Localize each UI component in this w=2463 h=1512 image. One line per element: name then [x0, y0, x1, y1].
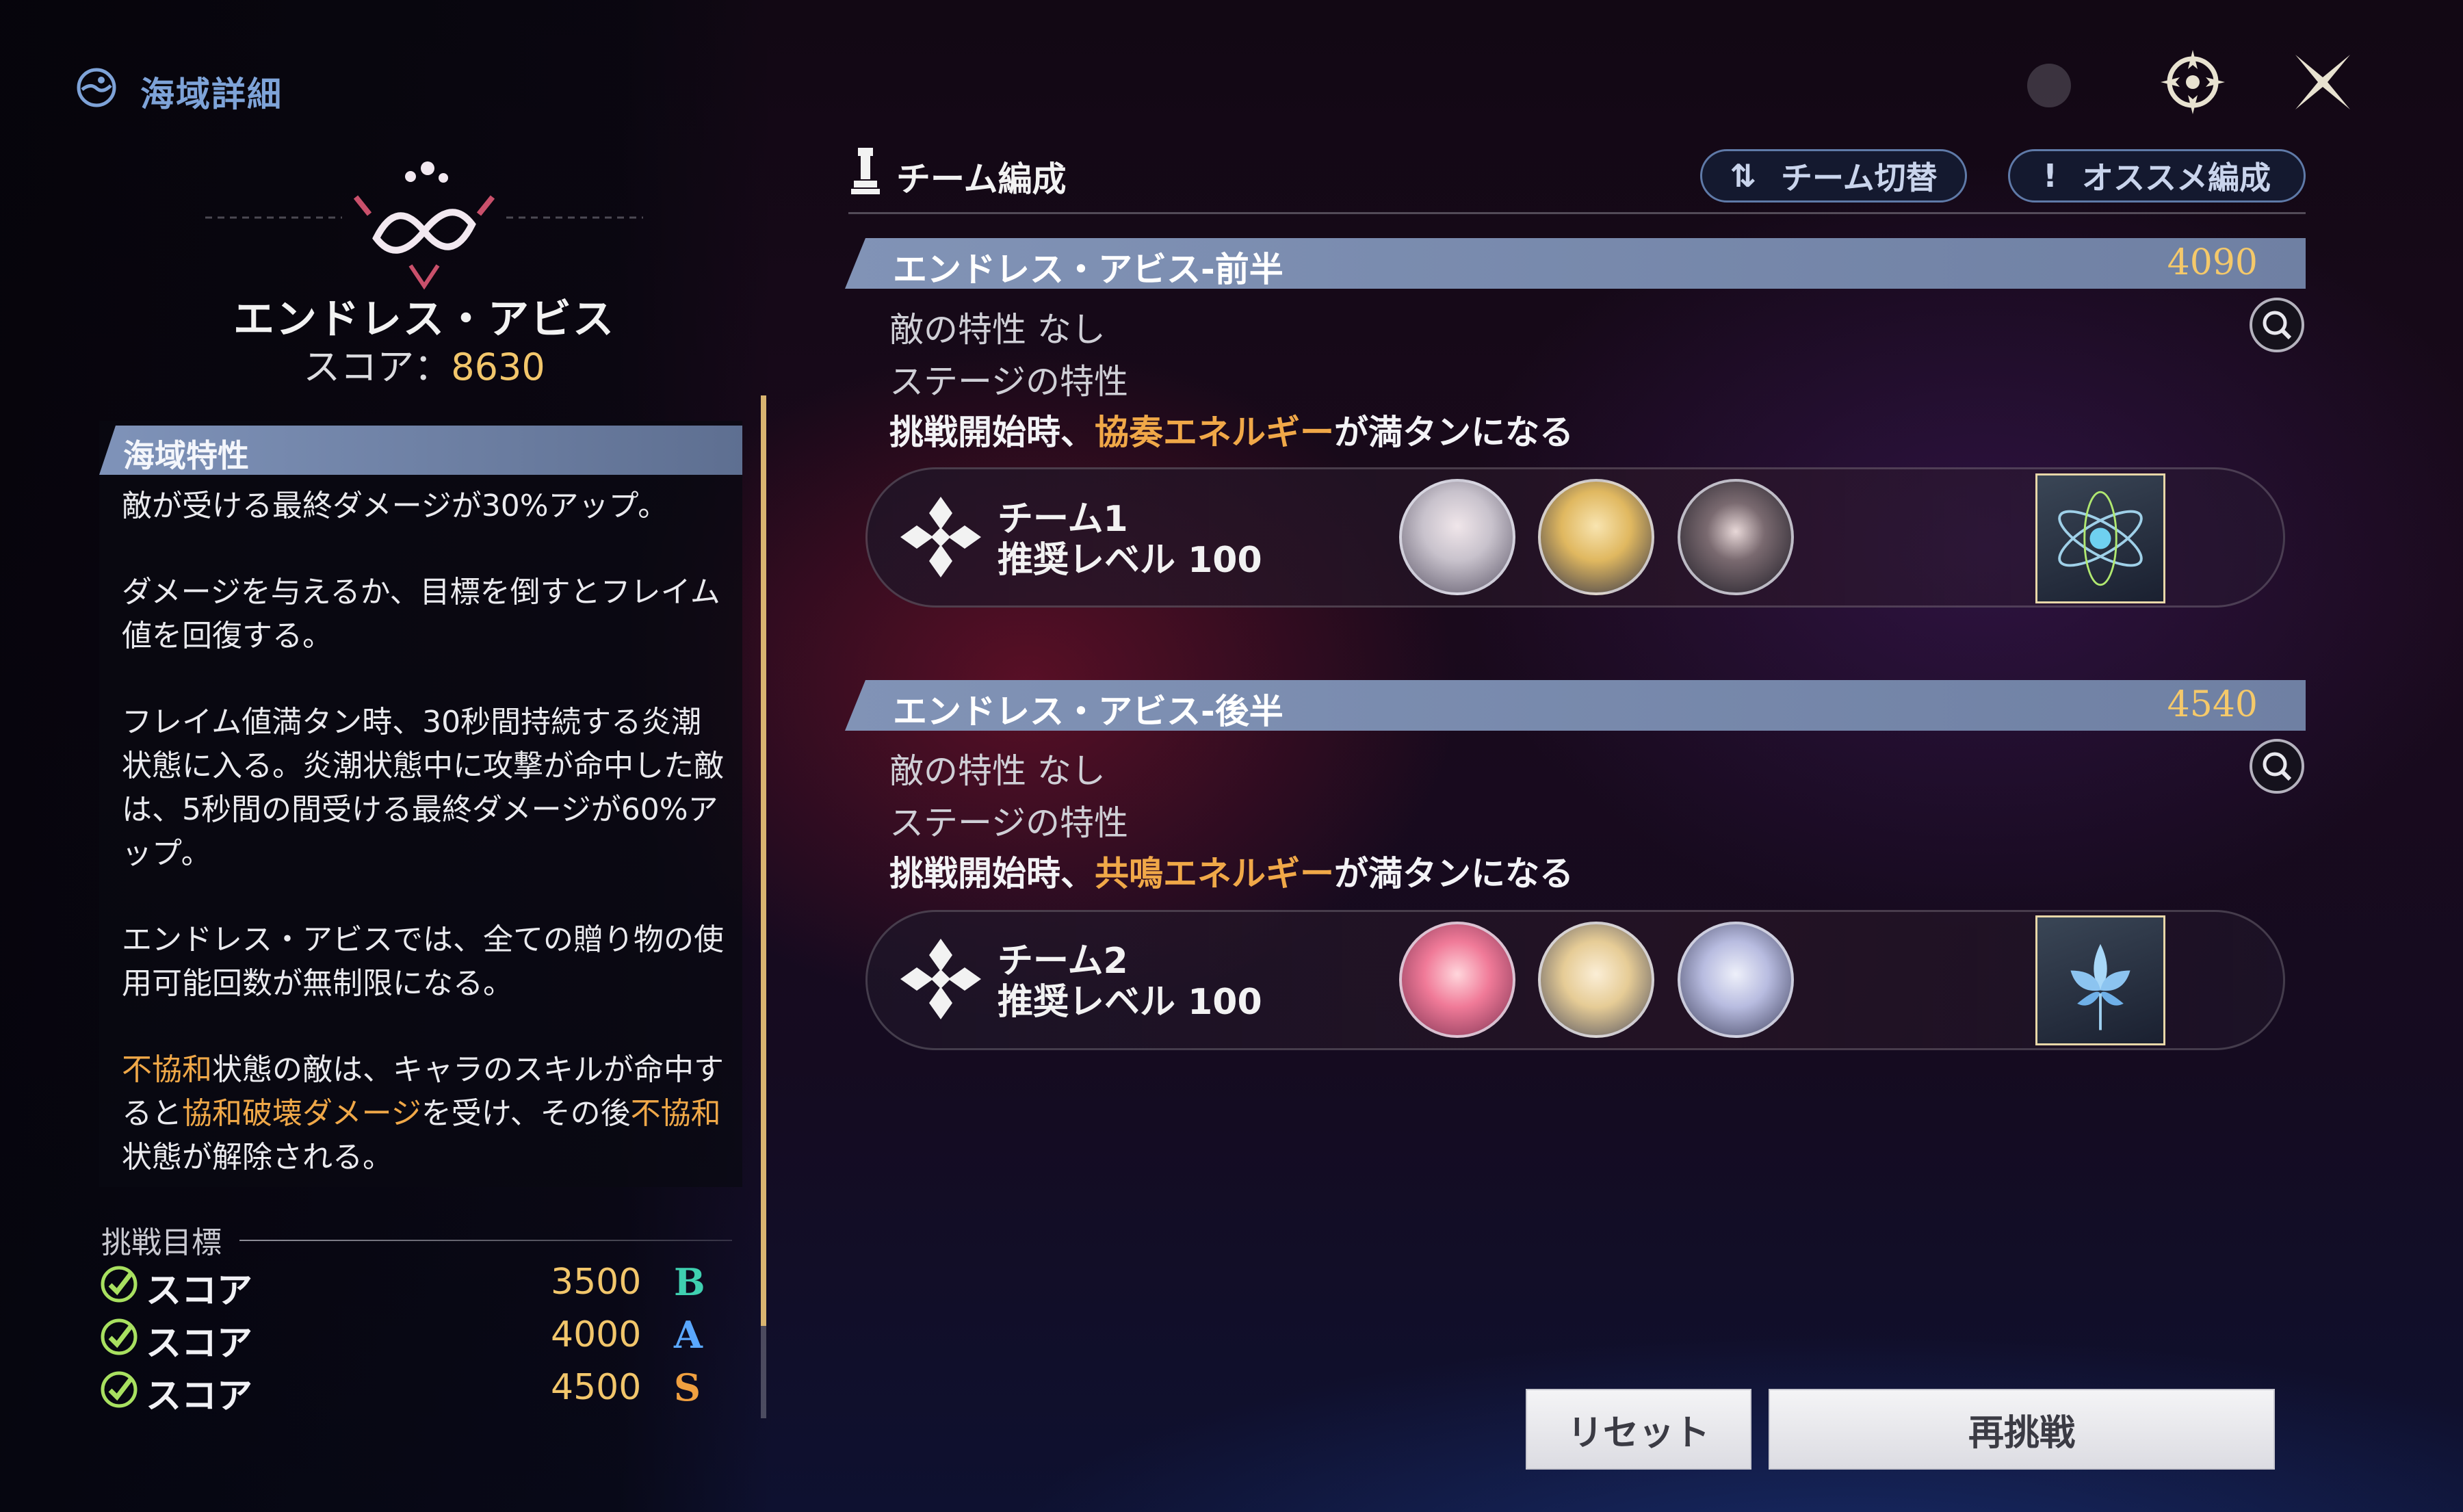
- close-icon[interactable]: [2285, 44, 2360, 120]
- page-title: 海域詳細: [140, 75, 283, 114]
- goal-label: スコア: [146, 1323, 253, 1364]
- rank-a-icon: A: [674, 1313, 703, 1357]
- score-value: 8630: [451, 346, 545, 389]
- effect-keyword: 協奏エネルギー: [1095, 413, 1334, 452]
- keyword-harmony-break: 協和破壊ダメージ: [182, 1096, 421, 1131]
- search-icon[interactable]: [2247, 296, 2306, 354]
- recommend-team-button[interactable]: ! オススメ編成: [2008, 149, 2306, 203]
- stage-attribute-label: ステージの特性: [889, 362, 1128, 402]
- section-title: エンドレス・アビス-前半: [893, 250, 1283, 289]
- description-text: を受け、その後: [421, 1096, 631, 1131]
- effect-text: が満タンになる: [1334, 413, 1574, 452]
- character-avatar[interactable]: [1538, 479, 1654, 595]
- goal-score: 4000: [551, 1314, 642, 1355]
- stage-score: スコア：8630: [137, 337, 712, 391]
- team-switch-button[interactable]: ⇅ チーム切替: [1700, 149, 1967, 203]
- check-icon: [101, 1318, 138, 1355]
- recommend-team-label: オススメ編成: [2081, 159, 2271, 196]
- goal-row: スコア 4000 A: [99, 1312, 735, 1364]
- goal-row: スコア 4500 S: [99, 1364, 735, 1417]
- description-heading: 海域特性: [123, 437, 249, 474]
- exclamation-icon: !: [2043, 157, 2057, 194]
- swap-icon: ⇅: [1730, 157, 1756, 194]
- info-icon[interactable]: [2022, 58, 2076, 113]
- sea-area-icon: [77, 68, 116, 107]
- team-level: 推奨レベル 100: [998, 540, 1262, 581]
- section-score: 4540: [2167, 684, 2258, 725]
- goal-score: 3500: [551, 1262, 642, 1303]
- search-icon[interactable]: [2247, 737, 2306, 796]
- effect-text: 挑戦開始時、: [889, 413, 1095, 452]
- check-icon: [101, 1266, 138, 1303]
- effect-text: が満タンになる: [1334, 854, 1574, 894]
- character-avatar[interactable]: [1678, 922, 1794, 1038]
- keyword-dissonance: 不協和: [122, 1052, 212, 1087]
- team-emblem-icon: [900, 497, 981, 577]
- retry-button[interactable]: 再挑戦: [1769, 1389, 2275, 1470]
- echo-flower-icon[interactable]: [2035, 915, 2165, 1045]
- rank-s-icon: S: [674, 1366, 701, 1409]
- stage-attribute-label: ステージの特性: [889, 803, 1128, 843]
- description-paragraph: 敵が受ける最終ダメージが30%アップ。: [122, 488, 668, 523]
- team-divider: [848, 212, 2306, 214]
- goal-label: スコア: [146, 1376, 253, 1417]
- goals-divider: [239, 1240, 732, 1241]
- abyss-emblem-icon: [205, 161, 643, 290]
- stage-effect: 挑戦開始時、共鳴エネルギーが満タンになる: [889, 846, 1574, 896]
- description-paragraph: ダメージを与えるか、目標を倒すとフレイム値を回復する。: [122, 575, 720, 653]
- team-switch-label: チーム切替: [1780, 159, 1938, 196]
- description-paragraph: フレイム値満タン時、30秒間持続する炎潮状態に入る。炎潮状態中に攻撃が命中した敵…: [122, 705, 724, 871]
- character-avatar[interactable]: [1538, 922, 1654, 1038]
- effect-keyword: 共鳴エネルギー: [1095, 854, 1334, 894]
- goal-score: 4500: [551, 1367, 642, 1408]
- enemy-attribute: 敵の特性 なし: [889, 310, 1106, 350]
- goals-title: 挑戦目標: [101, 1225, 222, 1260]
- character-avatar[interactable]: [1399, 922, 1515, 1038]
- target-icon[interactable]: [2155, 44, 2230, 120]
- description-body[interactable]: 敵が受ける最終ダメージが30%アップ。 ダメージを与えるか、目標を倒すとフレイム…: [122, 484, 724, 1222]
- reset-button[interactable]: リセット: [1526, 1389, 1751, 1470]
- description-text: 状態が解除される。: [122, 1140, 393, 1175]
- stage-effect: 挑戦開始時、協奏エネルギーが満タンになる: [889, 405, 1574, 454]
- team-level: 推奨レベル 100: [998, 982, 1262, 1023]
- section-title: エンドレス・アビス-後半: [893, 692, 1283, 731]
- scrollbar-thumb[interactable]: [761, 395, 766, 1326]
- character-avatar[interactable]: [1678, 479, 1794, 595]
- team-formation-title: チーム編成: [896, 159, 1067, 199]
- description-paragraph: 不協和状態の敵は、キャラのスキルが命中すると協和破壊ダメージを受け、その後不協和…: [122, 1048, 724, 1179]
- description-paragraph: エンドレス・アビスでは、全ての贈り物の使用可能回数が無制限になる。: [122, 922, 724, 1001]
- team-emblem-icon: [900, 939, 981, 1019]
- score-label: スコア：: [303, 346, 452, 389]
- rank-b-icon: B: [674, 1260, 705, 1304]
- enemy-attribute: 敵の特性 なし: [889, 751, 1106, 791]
- effect-text: 挑戦開始時、: [889, 854, 1095, 894]
- echo-atom-icon[interactable]: [2035, 473, 2165, 603]
- check-icon: [101, 1371, 138, 1408]
- goal-label: スコア: [146, 1270, 253, 1312]
- chess-piece-icon: [851, 148, 880, 194]
- character-avatar[interactable]: [1399, 479, 1515, 595]
- keyword-dissonance: 不協和: [630, 1096, 721, 1131]
- goal-row: スコア 3500 B: [99, 1259, 735, 1312]
- section-score: 4090: [2167, 242, 2258, 283]
